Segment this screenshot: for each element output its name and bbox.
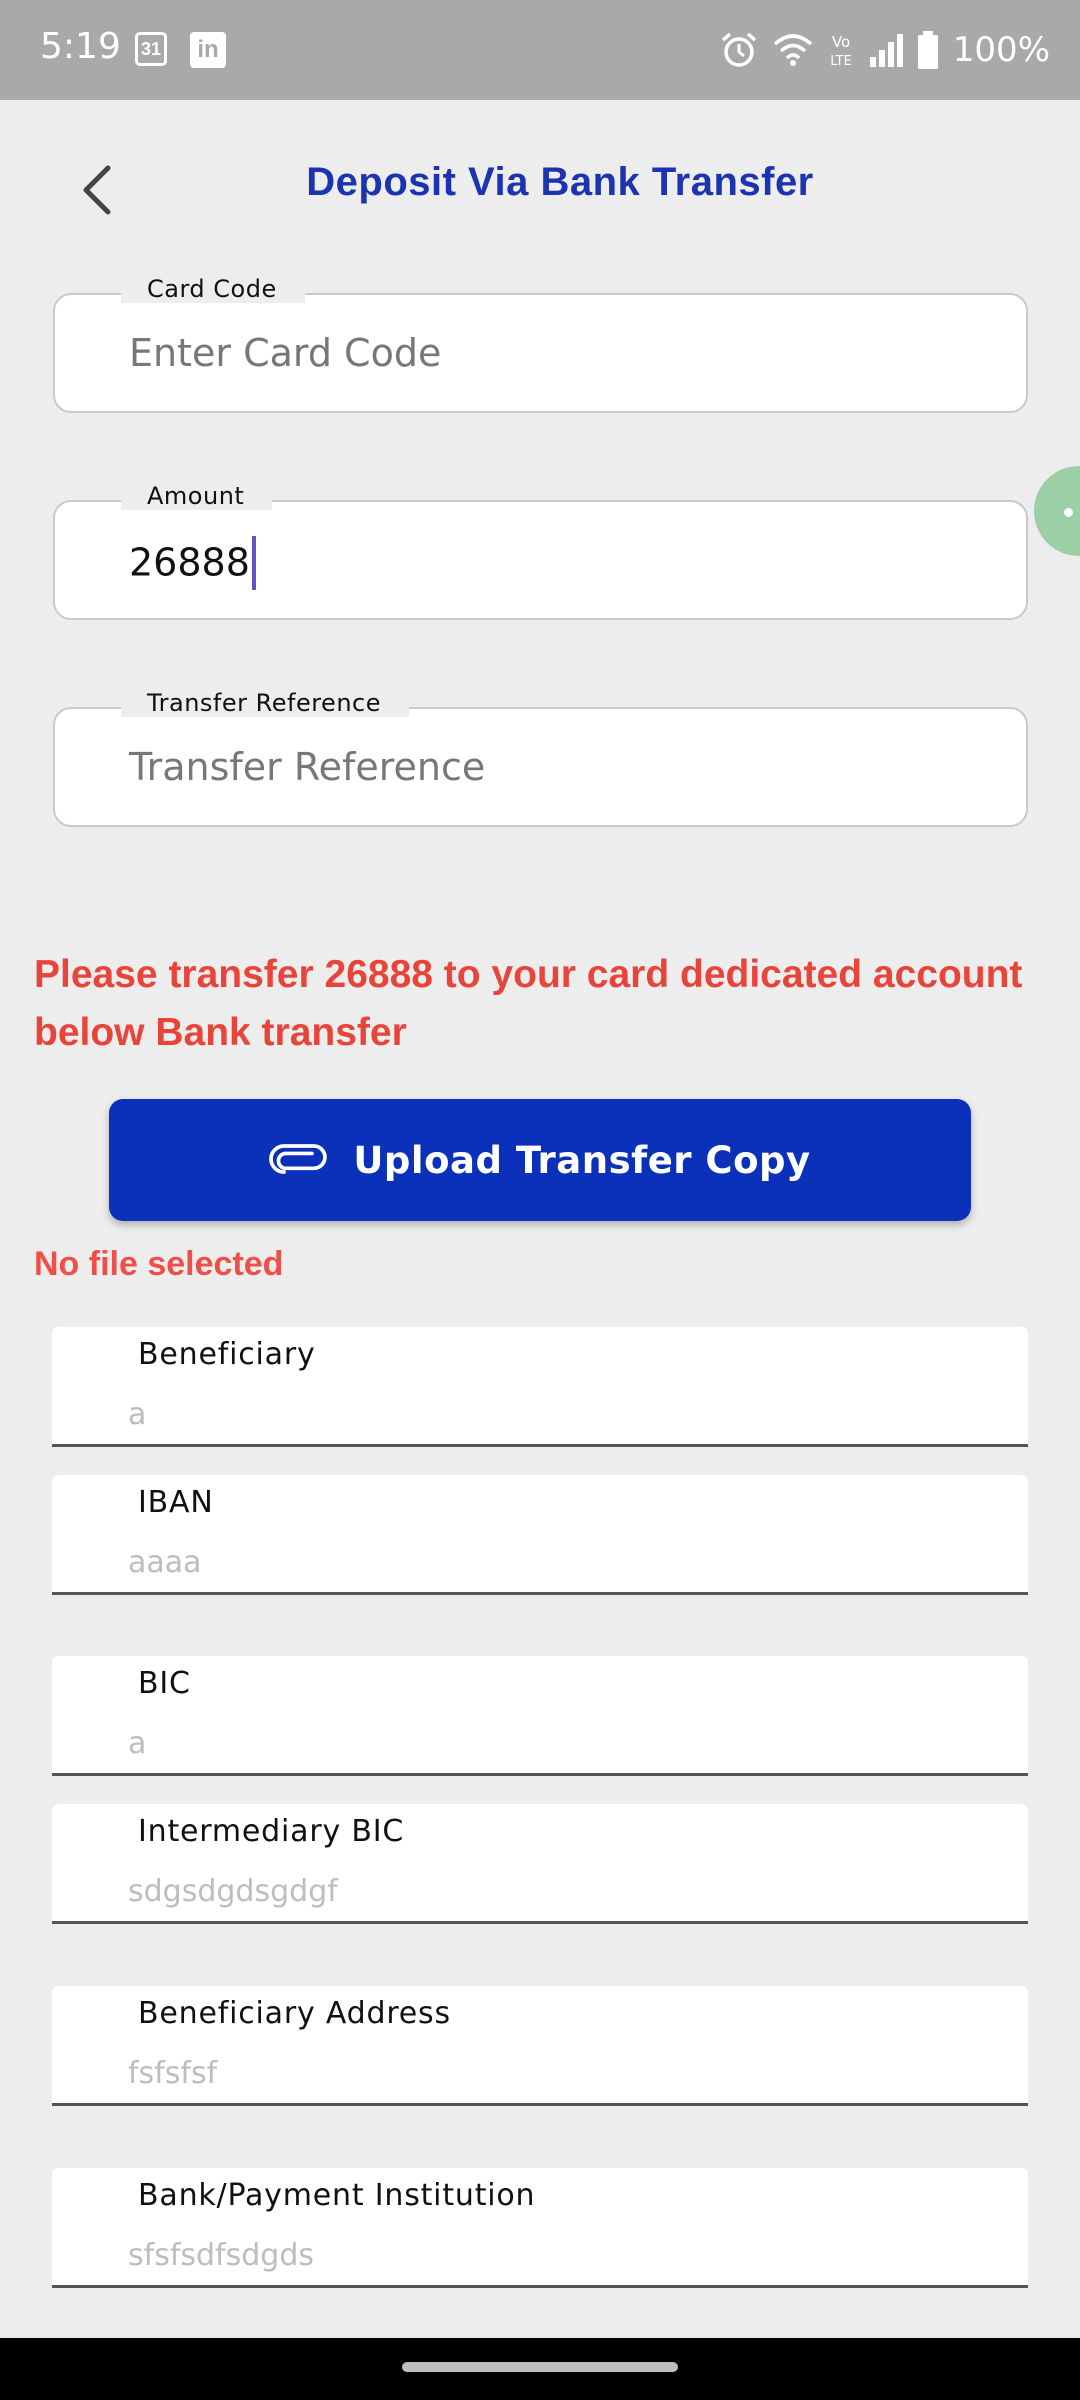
card-code-placeholder: Enter Card Code xyxy=(129,331,442,375)
text-cursor xyxy=(251,536,256,590)
field-value: sfsfsdfsdgds xyxy=(128,2238,315,2273)
transfer-instruction: Please transfer 26888 to your card dedic… xyxy=(34,953,1023,1054)
card-code-field[interactable]: Card Code Enter Card Code xyxy=(53,275,1028,413)
field-label: Beneficiary xyxy=(138,1337,316,1372)
transfer-reference-field[interactable]: Transfer Reference Transfer Reference xyxy=(53,689,1028,827)
svg-text:LTE: LTE xyxy=(830,54,852,69)
card-code-label: Card Code xyxy=(121,275,305,303)
field-value: fsfsfsf xyxy=(128,2056,218,2091)
field-value: sdgsdgdsgdgf xyxy=(128,1874,338,1909)
status-icons: Vo LTE 100% xyxy=(719,26,1050,74)
field-label: Intermediary BIC xyxy=(138,1814,405,1849)
home-gesture-handle[interactable] xyxy=(402,2362,678,2372)
file-status: No file selected xyxy=(34,1245,284,1283)
battery-icon xyxy=(917,31,938,69)
field-value: a xyxy=(128,1726,147,1761)
field-value: a xyxy=(128,1397,147,1432)
paperclip-icon xyxy=(269,1144,328,1174)
field-value: aaaa xyxy=(128,1545,202,1580)
upload-transfer-copy-button[interactable]: Upload Transfer Copy xyxy=(109,1099,971,1221)
page-title: Deposit Via Bank Transfer xyxy=(306,160,814,204)
amount-label: Amount xyxy=(121,482,273,510)
iban-field[interactable]: IBAN aaaa xyxy=(52,1475,1028,1595)
upload-button-label: Upload Transfer Copy xyxy=(353,1138,811,1182)
signal-icon xyxy=(869,34,903,67)
field-label: Bank/Payment Institution xyxy=(138,2178,536,2213)
field-label: Beneficiary Address xyxy=(138,1996,451,2031)
field-label: BIC xyxy=(138,1666,191,1701)
transfer-reference-placeholder: Transfer Reference xyxy=(129,745,486,789)
bank-institution-field[interactable]: Bank/Payment Institution sfsfsdfsdgds xyxy=(52,2168,1028,2288)
floating-chat-button[interactable] xyxy=(1034,466,1080,556)
bic-field[interactable]: BIC a xyxy=(52,1656,1028,1776)
battery-percent: 100% xyxy=(952,30,1050,70)
linkedin-icon: in xyxy=(190,32,226,68)
alarm-icon xyxy=(721,32,756,67)
beneficiary-address-field[interactable]: Beneficiary Address fsfsfsf xyxy=(52,1986,1028,2106)
status-bar: 5:19 31 in Vo LTE 100% xyxy=(0,0,1080,100)
more-dots-icon xyxy=(1064,508,1073,517)
wifi-icon xyxy=(773,34,812,66)
transfer-reference-label: Transfer Reference xyxy=(121,689,409,717)
calendar-icon: 31 xyxy=(135,32,167,66)
amount-field[interactable]: Amount 26888 xyxy=(53,482,1028,620)
intermediary-bic-field[interactable]: Intermediary BIC sdgsdgdsgdgf xyxy=(52,1804,1028,1924)
volte-icon: Vo LTE xyxy=(830,33,852,69)
status-time: 5:19 xyxy=(40,26,121,67)
beneficiary-field[interactable]: Beneficiary a xyxy=(52,1327,1028,1447)
amount-value-wrap: 26888 xyxy=(129,536,256,592)
svg-text:Vo: Vo xyxy=(832,33,850,51)
field-label: IBAN xyxy=(138,1485,214,1520)
amount-value: 26888 xyxy=(129,540,250,585)
